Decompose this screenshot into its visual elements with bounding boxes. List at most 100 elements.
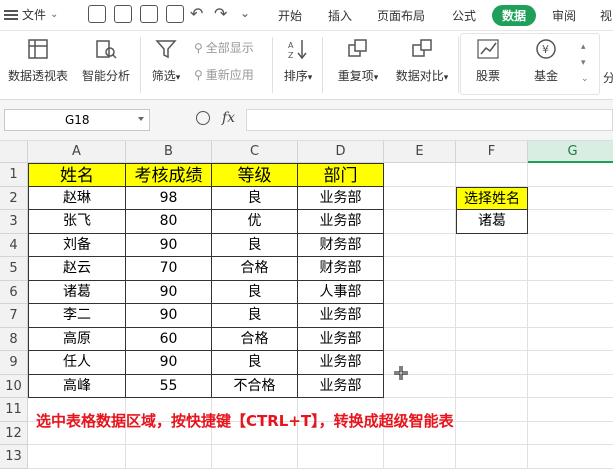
table-cell[interactable]: 良 <box>212 280 298 304</box>
save-icon[interactable] <box>88 5 106 23</box>
table-cell[interactable]: 55 <box>126 374 212 398</box>
table-cell[interactable]: 90 <box>126 233 212 257</box>
cell[interactable] <box>528 351 613 375</box>
cell[interactable] <box>384 163 456 187</box>
table-header-cell[interactable]: 姓名 <box>28 163 126 187</box>
table-cell[interactable]: 业务部 <box>298 351 384 375</box>
table-cell[interactable]: 财务部 <box>298 233 384 257</box>
cell[interactable] <box>28 445 126 469</box>
table-header-cell[interactable]: 考核成绩 <box>126 163 212 187</box>
name-box[interactable]: G18 <box>4 109 150 131</box>
duplicates-button[interactable]: 重复项▾ <box>332 37 384 84</box>
tab-view[interactable]: 视 <box>600 7 612 24</box>
table-cell[interactable]: 业务部 <box>298 210 384 234</box>
table-cell[interactable]: 合格 <box>212 327 298 351</box>
row-header-6[interactable]: 6 <box>0 280 28 304</box>
table-cell[interactable]: 任人 <box>28 351 126 375</box>
column-header-f[interactable]: F <box>456 141 528 163</box>
table-cell[interactable]: 诸葛 <box>28 280 126 304</box>
row-header-5[interactable]: 5 <box>0 257 28 281</box>
zoom-icon[interactable] <box>196 111 210 125</box>
table-cell[interactable]: 刘备 <box>28 233 126 257</box>
file-menu[interactable]: 文件 ⌄ <box>4 6 58 23</box>
name-box-dropdown-icon[interactable] <box>138 117 144 121</box>
table-cell[interactable]: 合格 <box>212 257 298 281</box>
cell[interactable] <box>456 327 528 351</box>
row-header-13[interactable]: 13 <box>0 445 28 469</box>
cell[interactable] <box>528 328 613 351</box>
extra-label[interactable]: 分 <box>603 69 613 86</box>
table-header-cell[interactable]: 等级 <box>212 163 298 187</box>
fund-button[interactable]: ¥ 基金 <box>528 37 564 84</box>
table-cell[interactable]: 业务部 <box>298 327 384 351</box>
cell[interactable] <box>456 421 528 445</box>
table-cell[interactable]: 70 <box>126 257 212 281</box>
cell[interactable] <box>456 280 528 304</box>
row-header-11[interactable]: 11 <box>0 398 28 422</box>
cell[interactable] <box>528 163 613 187</box>
row-header-7[interactable]: 7 <box>0 304 28 328</box>
cell[interactable] <box>528 422 613 445</box>
cell[interactable] <box>528 398 613 422</box>
column-header-a[interactable]: A <box>28 141 126 163</box>
cell[interactable] <box>528 375 613 398</box>
row-header-9[interactable]: 9 <box>0 351 28 375</box>
tab-data[interactable]: 数据 <box>492 5 537 26</box>
cell[interactable] <box>298 445 384 469</box>
cell[interactable] <box>384 233 456 257</box>
quick-access-more-icon[interactable]: ⌄ <box>240 6 250 20</box>
table-cell[interactable]: 良 <box>212 351 298 375</box>
tab-insert[interactable]: 插入 <box>328 7 352 24</box>
table-cell[interactable]: 90 <box>126 351 212 375</box>
select-all-corner[interactable] <box>0 141 28 163</box>
smart-analysis-button[interactable]: 智能分析 <box>78 37 134 84</box>
cell[interactable] <box>528 257 613 281</box>
table-cell[interactable]: 李二 <box>28 304 126 328</box>
preview-icon[interactable] <box>166 5 184 23</box>
lookup-value-cell[interactable]: 诸葛 <box>456 210 528 234</box>
table-cell[interactable]: 90 <box>126 280 212 304</box>
stock-button[interactable]: 股票 <box>470 37 506 84</box>
lookup-label-cell[interactable]: 选择姓名 <box>456 186 528 210</box>
sort-button[interactable]: AZ 排序▾ <box>280 37 316 84</box>
undo-icon[interactable]: ↶ <box>190 4 203 23</box>
table-cell[interactable]: 财务部 <box>298 257 384 281</box>
cell[interactable] <box>528 234 613 257</box>
cell[interactable] <box>126 445 212 469</box>
formula-input[interactable] <box>246 109 613 131</box>
row-header-12[interactable]: 12 <box>0 421 28 445</box>
filter-button[interactable]: 筛选▾ <box>146 37 186 84</box>
table-cell[interactable]: 良 <box>212 304 298 328</box>
table-cell[interactable]: 高峰 <box>28 374 126 398</box>
column-header-g[interactable]: G <box>528 141 613 163</box>
table-cell[interactable]: 业务部 <box>298 304 384 328</box>
cell[interactable] <box>528 445 613 469</box>
cell[interactable] <box>384 327 456 351</box>
cell[interactable] <box>528 304 613 328</box>
cell[interactable] <box>456 257 528 281</box>
column-header-b[interactable]: B <box>126 141 212 163</box>
table-header-cell[interactable]: 部门 <box>298 163 384 187</box>
table-cell[interactable]: 优 <box>212 210 298 234</box>
cell[interactable] <box>456 304 528 328</box>
row-header-3[interactable]: 3 <box>0 210 28 234</box>
row-header-4[interactable]: 4 <box>0 233 28 257</box>
tab-page-layout[interactable]: 页面布局 <box>377 7 425 24</box>
table-cell[interactable]: 业务部 <box>298 186 384 210</box>
tab-formulas[interactable]: 公式 <box>452 7 476 24</box>
tab-review[interactable]: 审阅 <box>552 7 576 24</box>
table-cell[interactable]: 赵琳 <box>28 186 126 210</box>
cell[interactable] <box>384 210 456 234</box>
table-cell[interactable]: 良 <box>212 233 298 257</box>
row-header-8[interactable]: 8 <box>0 327 28 351</box>
show-all-button[interactable]: ⚲ 全部显示 <box>194 39 254 56</box>
cell[interactable] <box>384 186 456 210</box>
row-header-10[interactable]: 10 <box>0 374 28 398</box>
column-header-d[interactable]: D <box>298 141 384 163</box>
table-cell[interactable]: 良 <box>212 186 298 210</box>
table-cell[interactable]: 赵云 <box>28 257 126 281</box>
table-cell[interactable]: 业务部 <box>298 374 384 398</box>
cell[interactable] <box>384 445 456 469</box>
cell[interactable] <box>456 398 528 422</box>
cell[interactable] <box>384 304 456 328</box>
